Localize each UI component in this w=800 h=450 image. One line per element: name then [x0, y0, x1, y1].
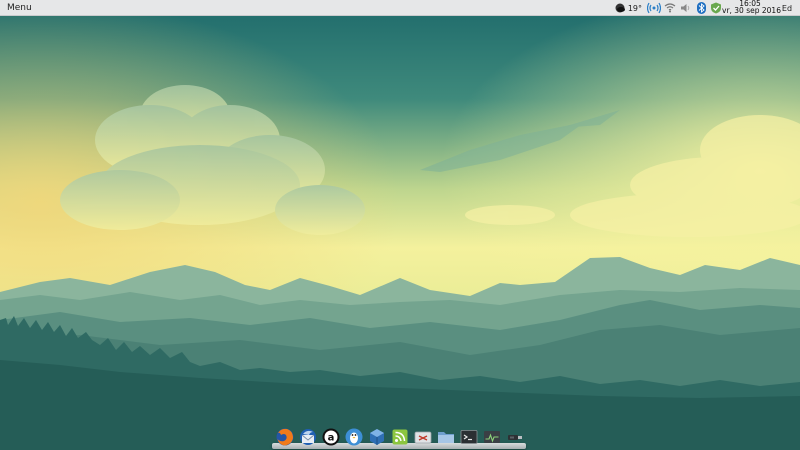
- shield-check-icon: [710, 2, 722, 14]
- dock: a: [272, 425, 526, 449]
- files-icon[interactable]: [436, 427, 456, 447]
- firefox-icon[interactable]: [275, 427, 295, 447]
- wifi-icon: [664, 3, 676, 13]
- system-monitor-icon[interactable]: [482, 427, 502, 447]
- volume-indicator[interactable]: [678, 0, 694, 16]
- system-tray: 19° 16:05 vr, 30 sep 2016 Ed: [614, 0, 800, 16]
- bluetooth-indicator[interactable]: [694, 0, 708, 16]
- virtualbox-icon[interactable]: [367, 427, 387, 447]
- svg-text:a: a: [328, 433, 335, 444]
- volume-icon: [680, 3, 692, 13]
- terminal-icon[interactable]: [459, 427, 479, 447]
- clock-date: vr, 30 sep 2016: [722, 6, 781, 15]
- tux-icon[interactable]: [344, 427, 364, 447]
- clock[interactable]: 16:05 vr, 30 sep 2016: [722, 0, 781, 16]
- weather-indicator[interactable]: 19°: [614, 0, 646, 16]
- desktop-wallpaper: [0, 0, 800, 450]
- broadcast-indicator[interactable]: [646, 0, 662, 16]
- weather-icon: [614, 2, 626, 14]
- settings-tools-icon[interactable]: [413, 427, 433, 447]
- menu-button[interactable]: Menu: [7, 2, 32, 14]
- rss-reader-icon[interactable]: [390, 427, 410, 447]
- weather-temperature: 19°: [627, 3, 642, 13]
- top-panel: Menu 19° 16:05 vr, 30 sep 2016 Ed: [0, 0, 800, 16]
- usb-drive-icon[interactable]: [505, 427, 525, 447]
- wifi-indicator[interactable]: [662, 0, 678, 16]
- broadcast-icon: [647, 2, 661, 14]
- amazon-icon[interactable]: a: [321, 427, 341, 447]
- bluetooth-icon: [696, 2, 706, 14]
- thunderbird-icon[interactable]: [298, 427, 318, 447]
